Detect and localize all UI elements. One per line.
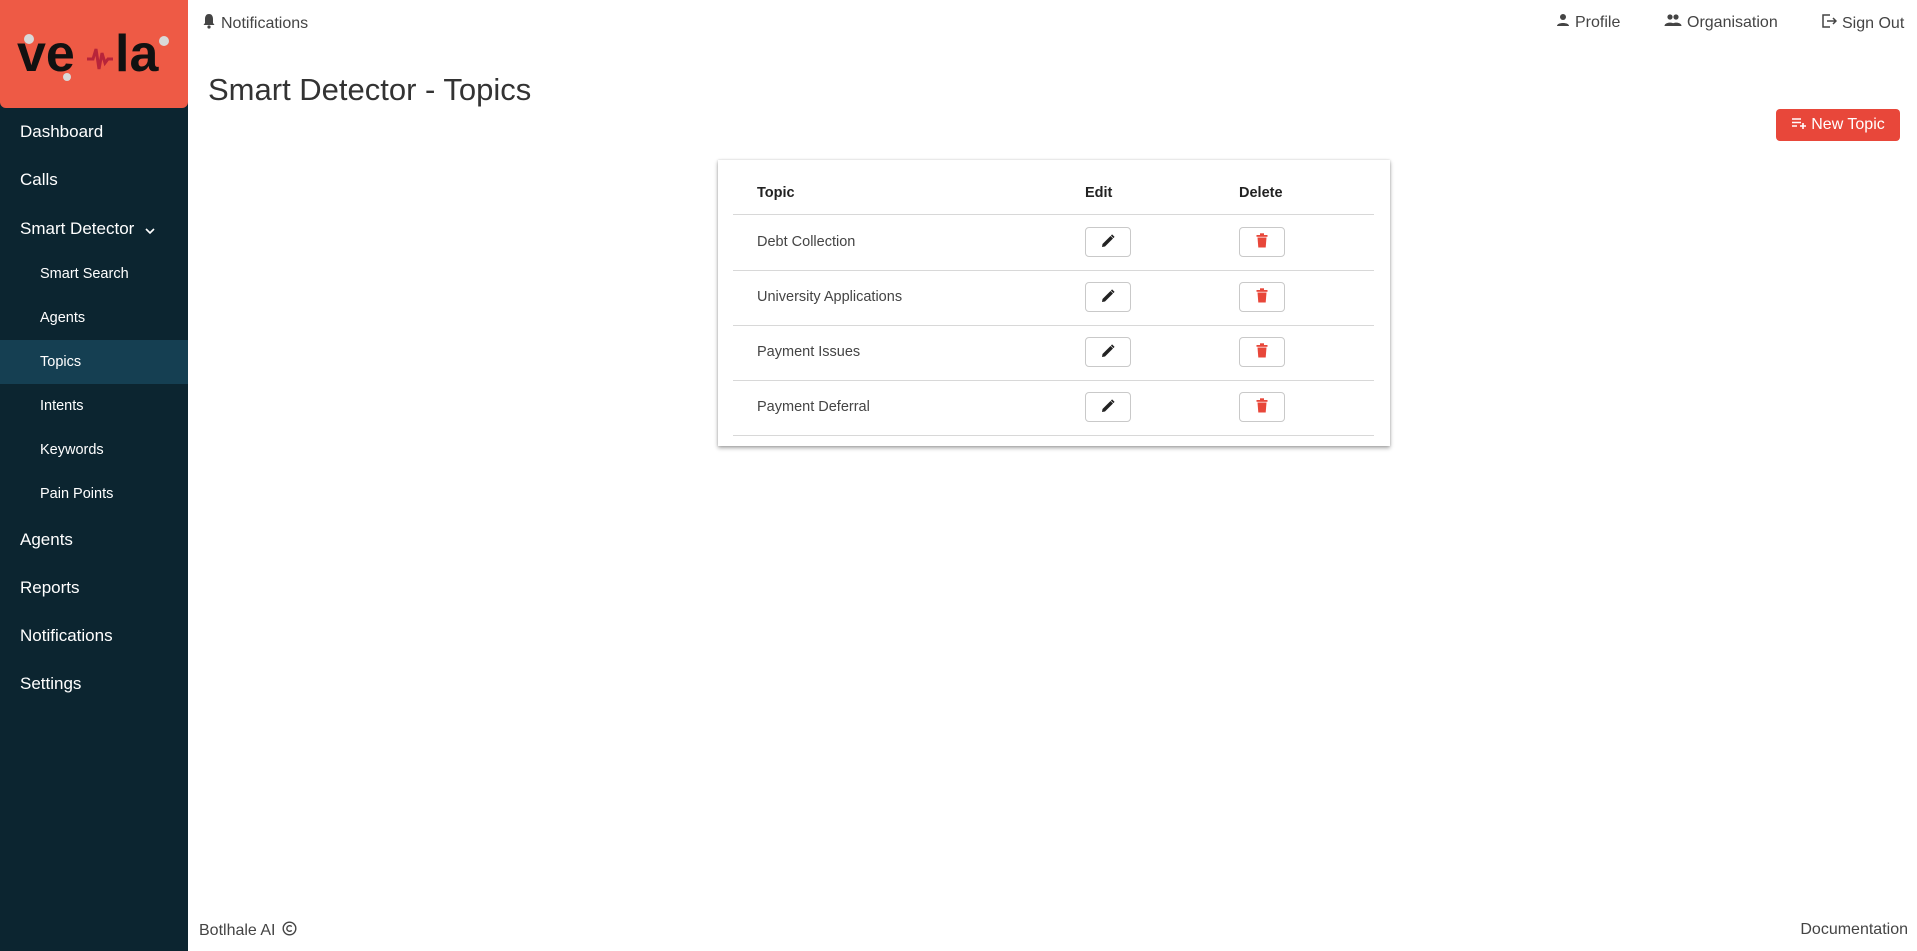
sidebar-subitem-agents[interactable]: Agents — [0, 296, 188, 340]
sidebar-subitem-label: Keywords — [40, 442, 104, 458]
sidebar-item-label: Notifications — [20, 626, 113, 645]
sidebar-item-label: Dashboard — [20, 122, 104, 141]
table-row: Debt Collection — [733, 215, 1374, 271]
topics-table-card: Topic Edit Delete Debt Collection Univer… — [718, 160, 1390, 446]
edit-button[interactable] — [1085, 282, 1131, 312]
topbar-profile-label: Profile — [1575, 13, 1621, 31]
playlist-add-icon — [1791, 116, 1807, 135]
trash-icon — [1256, 233, 1268, 251]
logo-mark-icon: ve la — [17, 25, 169, 83]
topbar-sign-out-label: Sign Out — [1842, 14, 1905, 32]
table-header: Topic Edit Delete — [733, 172, 1374, 215]
group-icon — [1664, 13, 1682, 32]
topbar-notifications[interactable]: Notifications — [202, 13, 308, 34]
sidebar-subitem-topics[interactable]: Topics — [0, 340, 188, 384]
column-header-delete: Delete — [1239, 185, 1283, 201]
topic-name: Payment Deferral — [757, 399, 870, 415]
documentation-link[interactable]: Documentation — [1800, 921, 1908, 939]
trash-icon — [1256, 398, 1268, 416]
new-topic-button[interactable]: New Topic — [1776, 109, 1900, 141]
copyright-icon — [281, 921, 297, 941]
topbar-organisation[interactable]: Organisation — [1664, 13, 1778, 32]
sidebar-subitem-intents[interactable]: Intents — [0, 384, 188, 428]
topbar-organisation-label: Organisation — [1687, 13, 1778, 31]
edit-button[interactable] — [1085, 227, 1131, 257]
delete-button[interactable] — [1239, 337, 1285, 367]
delete-button[interactable] — [1239, 227, 1285, 257]
footer-brand: Botlhale AI — [199, 922, 276, 939]
delete-button[interactable] — [1239, 392, 1285, 422]
sidebar-item-label: Calls — [20, 170, 58, 189]
topic-name: Debt Collection — [757, 234, 856, 250]
sidebar-item-label: Agents — [20, 530, 73, 549]
trash-icon — [1256, 343, 1268, 361]
sidebar-item-dashboard[interactable]: Dashboard — [0, 122, 188, 142]
vela-logo[interactable]: ve la — [0, 0, 188, 108]
table-row: Payment Deferral — [733, 380, 1374, 436]
topic-name: University Applications — [757, 289, 903, 305]
page-title: Smart Detector - Topics — [208, 72, 532, 107]
topbar-sign-out[interactable]: Sign Out — [1821, 13, 1904, 34]
sign-out-icon — [1821, 13, 1838, 34]
sidebar-item-label: Smart Detector — [20, 219, 135, 238]
edit-button[interactable] — [1085, 337, 1131, 367]
pencil-icon — [1101, 343, 1115, 361]
sidebar-subitem-pain-points[interactable]: Pain Points — [0, 472, 188, 516]
pencil-icon — [1101, 233, 1115, 251]
sidebar-item-calls[interactable]: Calls — [0, 170, 188, 190]
bell-icon — [202, 13, 216, 34]
sidebar-subitem-label: Intents — [40, 398, 84, 414]
sidebar-subitem-label: Pain Points — [40, 486, 114, 502]
sidebar-item-label: Settings — [20, 674, 82, 693]
chevron-down-icon — [145, 220, 155, 240]
pencil-icon — [1101, 288, 1115, 306]
sidebar-subitem-label: Topics — [40, 354, 82, 370]
sidebar-subitem-keywords[interactable]: Keywords — [0, 428, 188, 472]
topbar-notifications-label: Notifications — [221, 14, 309, 32]
footer-copyright: Botlhale AI — [199, 921, 297, 941]
table-row: Payment Issues — [733, 325, 1374, 381]
sidebar-item-settings[interactable]: Settings — [0, 674, 188, 694]
svg-text:la: la — [115, 25, 159, 83]
sidebar-item-agents[interactable]: Agents — [0, 530, 188, 550]
new-topic-label: New Topic — [1811, 116, 1885, 133]
person-icon — [1556, 13, 1570, 32]
sidebar-item-reports[interactable]: Reports — [0, 578, 188, 598]
column-header-topic: Topic — [757, 185, 795, 201]
column-header-edit: Edit — [1085, 185, 1113, 201]
sidebar-item-label: Reports — [20, 578, 80, 597]
sidebar-subitem-label: Smart Search — [40, 266, 129, 282]
sidebar-item-notifications[interactable]: Notifications — [0, 626, 188, 646]
delete-button[interactable] — [1239, 282, 1285, 312]
table-row: University Applications — [733, 270, 1374, 326]
sidebar-subitem-label: Agents — [40, 310, 86, 326]
topbar-profile[interactable]: Profile — [1556, 13, 1620, 32]
trash-icon — [1256, 288, 1268, 306]
pencil-icon — [1101, 398, 1115, 416]
edit-button[interactable] — [1085, 392, 1131, 422]
sidebar-item-smart-detector[interactable]: Smart Detector — [0, 219, 188, 240]
sidebar: ve la Dashboard Calls Smart Detector Sma… — [0, 0, 188, 951]
topic-name: Payment Issues — [757, 344, 861, 360]
sidebar-subitem-smart-search[interactable]: Smart Search — [0, 252, 188, 296]
